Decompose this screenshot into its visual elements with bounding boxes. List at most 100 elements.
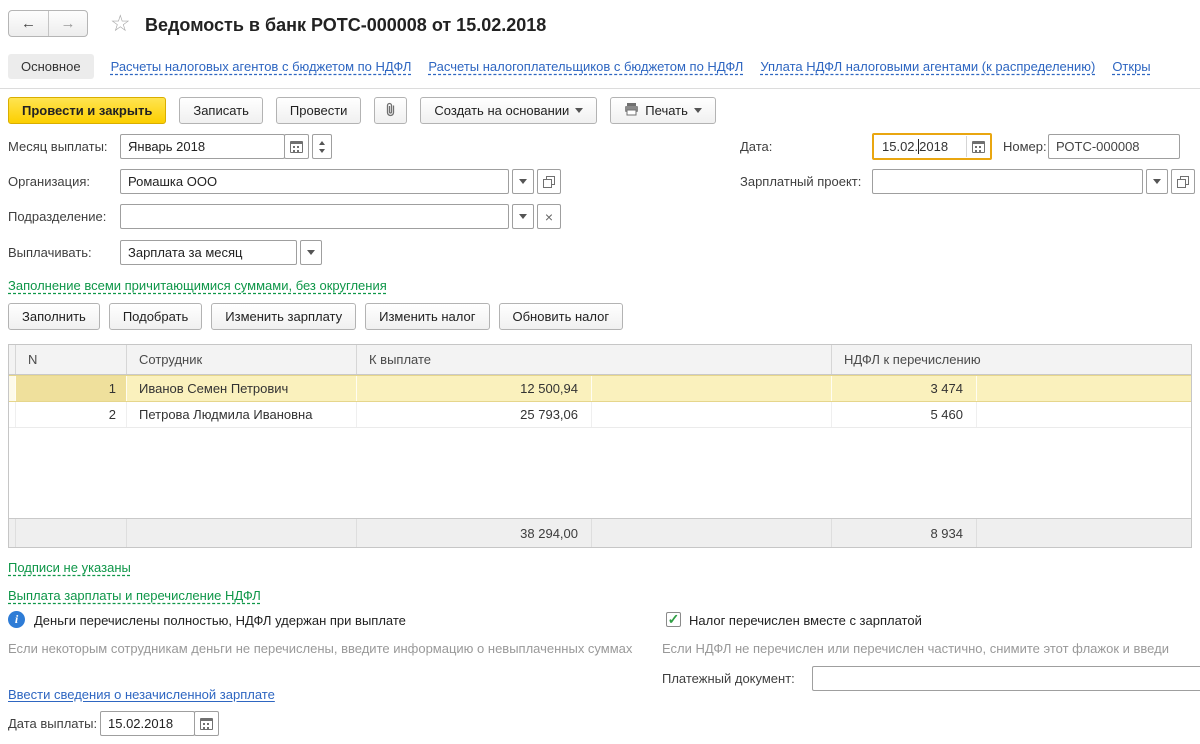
tax-transferred-checkbox-label: Налог перечислен вместе с зарплатой xyxy=(689,613,922,628)
chevron-down-icon xyxy=(519,179,527,184)
month-spinner[interactable] xyxy=(312,134,332,159)
cell-payout[interactable]: 25 793,06 xyxy=(356,402,591,427)
fill-button[interactable]: Заполнить xyxy=(8,303,100,330)
change-tax-button[interactable]: Изменить налог xyxy=(365,303,489,330)
cell-ndfl[interactable]: 3 474 xyxy=(831,376,976,401)
calendar-icon[interactable] xyxy=(972,141,985,153)
back-button[interactable]: ← xyxy=(9,11,48,36)
cell-payout[interactable]: 12 500,94 xyxy=(356,376,591,401)
organization-input[interactable]: Ромашка ООО xyxy=(120,169,509,194)
create-based-on-label: Создать на основании xyxy=(434,103,569,118)
month-input[interactable]: Январь 2018 xyxy=(120,134,285,159)
attachments-button[interactable] xyxy=(374,97,407,124)
pay-what-dropdown-button[interactable] xyxy=(300,240,322,265)
number-input[interactable]: РОТС-000008 xyxy=(1048,134,1180,159)
pay-what-input[interactable]: Зарплата за месяц xyxy=(120,240,297,265)
totals-spacer xyxy=(976,519,1191,547)
table-header: N Сотрудник К выплате НДФЛ к перечислени… xyxy=(9,345,1191,375)
organization-dropdown-button[interactable] xyxy=(512,169,534,194)
spin-down-icon xyxy=(319,149,325,153)
pay-what-label: Выплачивать: xyxy=(8,240,92,265)
save-button[interactable]: Записать xyxy=(179,97,263,124)
cell-spacer[interactable] xyxy=(591,402,831,427)
chevron-down-icon xyxy=(694,108,702,113)
cell-employee[interactable]: Иванов Семен Петрович xyxy=(126,376,356,401)
chevron-down-icon xyxy=(575,108,583,113)
cell-spacer[interactable] xyxy=(591,376,831,401)
totals-spacer xyxy=(591,519,831,547)
post-and-close-button[interactable]: Провести и закрыть xyxy=(8,97,166,124)
open-icon xyxy=(1177,176,1189,188)
table-actions: Заполнить Подобрать Изменить зарплату Из… xyxy=(8,303,623,330)
cell-n[interactable]: 1 xyxy=(15,376,126,401)
signatures-link[interactable]: Подписи не указаны xyxy=(8,560,131,575)
salary-project-open-button[interactable] xyxy=(1171,169,1195,194)
department-input[interactable] xyxy=(120,204,509,229)
pay-date-calendar-button[interactable] xyxy=(194,711,219,736)
spin-up-icon xyxy=(319,141,325,145)
print-label: Печать xyxy=(645,103,688,118)
date-value-after-caret: 2018 xyxy=(919,139,948,154)
cell-n[interactable]: 2 xyxy=(15,402,126,427)
tab-main[interactable]: Основное xyxy=(8,54,94,79)
table-row[interactable]: 2 Петрова Людмила Ивановна 25 793,06 5 4… xyxy=(9,402,1191,428)
page-title: Ведомость в банк РОТС-000008 от 15.02.20… xyxy=(145,15,546,36)
cell-spacer[interactable] xyxy=(976,376,1191,401)
department-dropdown-button[interactable] xyxy=(512,204,534,229)
table-row[interactable]: 1 Иванов Семен Петрович 12 500,94 3 474 xyxy=(9,375,1191,402)
tax-transferred-checkbox[interactable]: ✓ xyxy=(666,612,681,627)
checkmark-icon: ✓ xyxy=(668,613,680,626)
totals-ndfl: 8 934 xyxy=(831,519,976,547)
employees-table: N Сотрудник К выплате НДФЛ к перечислени… xyxy=(8,344,1192,548)
create-based-on-button[interactable]: Создать на основании xyxy=(420,97,597,124)
salary-project-dropdown-button[interactable] xyxy=(1146,169,1168,194)
fill-settings-link[interactable]: Заполнение всеми причитающимися суммами,… xyxy=(8,278,387,293)
forward-button[interactable]: → xyxy=(48,11,87,36)
link-tax-agents-settlements[interactable]: Расчеты налоговых агентов с бюджетом по … xyxy=(111,59,412,74)
col-header-payout: К выплате xyxy=(356,345,831,374)
back-icon: ← xyxy=(21,15,36,32)
link-ndfl-payment[interactable]: Уплата НДФЛ налоговыми агентами (к распр… xyxy=(760,59,1095,74)
month-calendar-button[interactable] xyxy=(284,134,309,159)
calendar-icon xyxy=(290,141,303,153)
table-empty-area[interactable] xyxy=(9,428,1191,518)
col-header-n: N xyxy=(15,345,126,374)
history-nav: ← → xyxy=(8,10,88,37)
separator-line xyxy=(0,88,1200,89)
change-salary-button[interactable]: Изменить зарплату xyxy=(211,303,356,330)
calendar-icon xyxy=(200,718,213,730)
field-divider xyxy=(966,136,967,157)
salary-project-label: Зарплатный проект: xyxy=(740,169,861,194)
department-clear-button[interactable]: × xyxy=(537,204,561,229)
link-taxpayers-settlements[interactable]: Расчеты налогоплательщиков с бюджетом по… xyxy=(428,59,743,74)
cell-ndfl[interactable]: 5 460 xyxy=(831,402,976,427)
totals-payout: 38 294,00 xyxy=(356,519,591,547)
print-button[interactable]: Печать xyxy=(610,97,716,124)
date-value-before-caret: 15.02. xyxy=(882,139,918,154)
payment-doc-input[interactable] xyxy=(812,666,1200,691)
pick-button[interactable]: Подобрать xyxy=(109,303,202,330)
info-icon: i xyxy=(8,611,25,628)
date-label: Дата: xyxy=(740,134,772,159)
salary-project-input[interactable] xyxy=(872,169,1143,194)
unpaid-salary-info-link[interactable]: Ввести сведения о незачисленной зарплате xyxy=(8,687,275,702)
chevron-down-icon xyxy=(1153,179,1161,184)
section-tabs: Основное Расчеты налоговых агентов с бюд… xyxy=(8,54,1200,79)
pay-date-input[interactable]: 15.02.2018 xyxy=(100,711,195,736)
post-button[interactable]: Провести xyxy=(276,97,362,124)
cell-spacer[interactable] xyxy=(976,402,1191,427)
forward-icon: → xyxy=(61,15,76,32)
salary-payment-section-link[interactable]: Выплата зарплаты и перечисление НДФЛ xyxy=(8,588,261,603)
organization-open-button[interactable] xyxy=(537,169,561,194)
link-open-more[interactable]: Откры xyxy=(1112,59,1150,74)
update-tax-button[interactable]: Обновить налог xyxy=(499,303,624,330)
organization-label: Организация: xyxy=(8,169,90,194)
unpaid-sums-hint: Если некоторым сотрудникам деньги не пер… xyxy=(8,641,656,656)
pay-date-label: Дата выплаты: xyxy=(8,711,97,736)
date-input[interactable]: 15.02. 2018 xyxy=(872,133,992,160)
favorite-star-icon[interactable]: ☆ xyxy=(110,11,131,35)
col-header-ndfl: НДФЛ к перечислению xyxy=(831,345,1191,374)
chevron-down-icon xyxy=(519,214,527,219)
totals-employee xyxy=(126,519,356,547)
cell-employee[interactable]: Петрова Людмила Ивановна xyxy=(126,402,356,427)
